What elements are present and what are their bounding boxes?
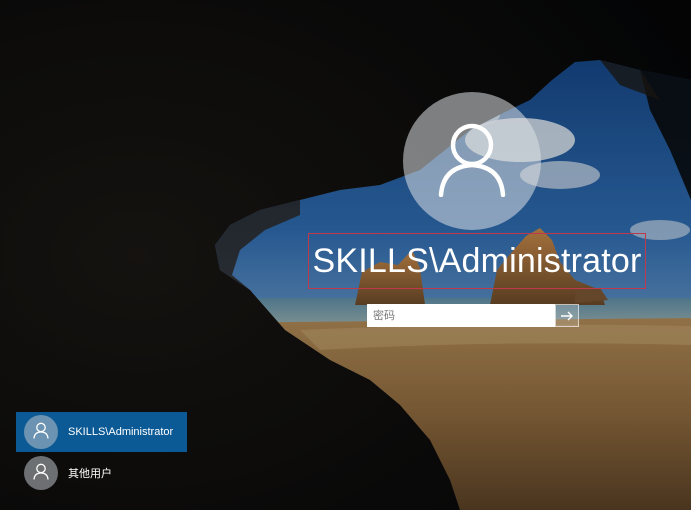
user-tile-administrator[interactable]: SKILLS\Administrator xyxy=(16,412,187,452)
user-tile-other-user[interactable]: 其他用户 xyxy=(16,453,187,493)
user-icon xyxy=(437,121,507,201)
user-icon xyxy=(33,463,49,484)
user-avatar-large xyxy=(403,92,541,230)
submit-button[interactable] xyxy=(555,304,579,327)
account-name: SKILLS\Administrator xyxy=(308,233,646,289)
user-tile-label: 其他用户 xyxy=(68,468,112,480)
user-avatar-small xyxy=(24,415,58,449)
password-input[interactable] xyxy=(367,304,555,327)
user-icon xyxy=(33,422,49,443)
user-avatar-small xyxy=(24,456,58,490)
password-row xyxy=(367,304,579,327)
arrow-right-icon xyxy=(560,306,574,325)
user-tile-label: SKILLS\Administrator xyxy=(68,426,174,438)
user-switcher-list: SKILLS\Administrator 其他用户 xyxy=(16,412,187,493)
